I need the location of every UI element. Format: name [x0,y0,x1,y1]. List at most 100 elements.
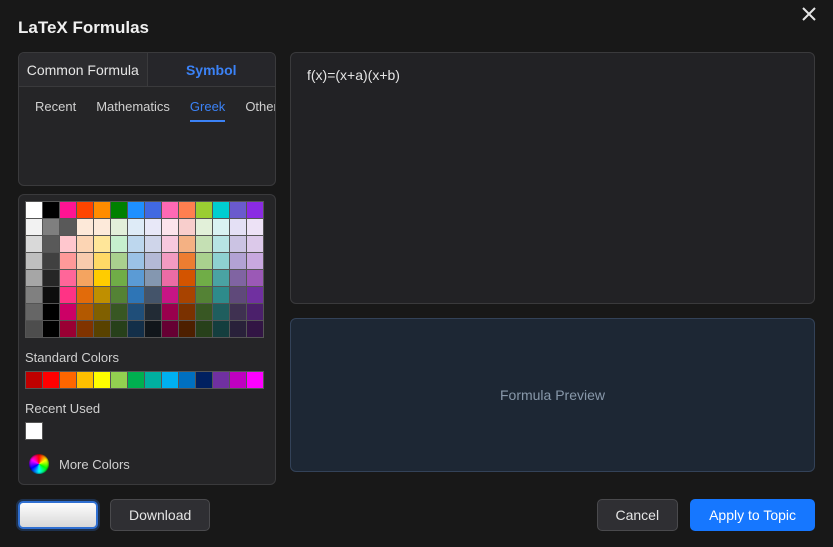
standard-color-swatch[interactable] [230,372,246,388]
color-swatch[interactable] [247,270,263,286]
color-swatch[interactable] [247,304,263,320]
color-swatch[interactable] [128,287,144,303]
color-swatch[interactable] [162,270,178,286]
color-swatch[interactable] [111,219,127,235]
close-icon[interactable] [801,6,821,26]
color-swatch[interactable] [179,304,195,320]
standard-color-swatch[interactable] [145,372,161,388]
color-swatch[interactable] [230,270,246,286]
color-swatch[interactable] [230,253,246,269]
color-swatch[interactable] [213,253,229,269]
color-swatch[interactable] [77,236,93,252]
color-swatch[interactable] [213,304,229,320]
color-swatch[interactable] [162,287,178,303]
color-swatch[interactable] [145,287,161,303]
standard-color-swatch[interactable] [162,372,178,388]
color-swatch[interactable] [162,202,178,218]
cancel-button[interactable]: Cancel [597,499,679,531]
color-swatch[interactable] [94,202,110,218]
color-swatch[interactable] [213,236,229,252]
color-swatch[interactable] [43,253,59,269]
color-swatch[interactable] [145,304,161,320]
color-swatch[interactable] [94,321,110,337]
color-swatch[interactable] [145,219,161,235]
standard-color-swatch[interactable] [111,372,127,388]
formula-editor[interactable]: f(x)=(x+a)(x+b) [290,52,815,304]
color-swatch[interactable] [145,253,161,269]
color-swatch[interactable] [26,287,42,303]
color-swatch[interactable] [111,270,127,286]
color-swatch[interactable] [128,219,144,235]
color-swatch[interactable] [43,287,59,303]
color-swatch[interactable] [94,236,110,252]
apply-to-topic-button[interactable]: Apply to Topic [690,499,815,531]
color-swatch[interactable] [213,321,229,337]
color-swatch[interactable] [128,304,144,320]
color-swatch[interactable] [94,287,110,303]
color-swatch[interactable] [43,202,59,218]
color-swatch[interactable] [111,236,127,252]
color-swatch[interactable] [145,321,161,337]
color-swatch[interactable] [196,202,212,218]
color-swatch[interactable] [145,202,161,218]
color-swatch[interactable] [77,287,93,303]
standard-color-swatch[interactable] [128,372,144,388]
color-swatch[interactable] [43,304,59,320]
color-swatch[interactable] [230,304,246,320]
color-swatch[interactable] [60,253,76,269]
color-swatch[interactable] [128,236,144,252]
color-swatch[interactable] [247,287,263,303]
color-swatch[interactable] [230,219,246,235]
color-swatch[interactable] [128,253,144,269]
color-swatch[interactable] [213,270,229,286]
color-swatch[interactable] [230,202,246,218]
color-swatch[interactable] [26,304,42,320]
color-swatch[interactable] [162,236,178,252]
color-swatch[interactable] [247,253,263,269]
tab-common-formula[interactable]: Common Formula [19,53,148,86]
color-swatch[interactable] [77,202,93,218]
color-swatch[interactable] [230,236,246,252]
color-swatch[interactable] [196,253,212,269]
color-swatch[interactable] [128,321,144,337]
color-swatch[interactable] [77,270,93,286]
recent-color-swatch[interactable] [26,423,42,439]
color-swatch[interactable] [196,287,212,303]
color-swatch[interactable] [94,270,110,286]
color-swatch[interactable] [94,253,110,269]
standard-color-swatch[interactable] [77,372,93,388]
color-swatch[interactable] [60,270,76,286]
color-swatch[interactable] [179,202,195,218]
color-swatch[interactable] [179,270,195,286]
color-swatch[interactable] [111,287,127,303]
standard-color-swatch[interactable] [247,372,263,388]
color-swatch[interactable] [77,321,93,337]
color-swatch[interactable] [111,253,127,269]
color-swatch[interactable] [60,202,76,218]
color-swatch[interactable] [26,202,42,218]
color-swatch[interactable] [196,304,212,320]
color-swatch[interactable] [26,270,42,286]
standard-color-swatch[interactable] [43,372,59,388]
color-swatch[interactable] [60,321,76,337]
standard-color-swatch[interactable] [26,372,42,388]
color-swatch[interactable] [179,253,195,269]
standard-color-swatch[interactable] [60,372,76,388]
color-swatch[interactable] [60,236,76,252]
color-swatch[interactable] [145,236,161,252]
more-colors-button[interactable]: More Colors [25,450,269,474]
color-swatch[interactable] [43,270,59,286]
color-swatch[interactable] [60,287,76,303]
sub-tab-recent[interactable]: Recent [25,95,86,122]
color-swatch[interactable] [230,321,246,337]
color-swatch[interactable] [26,253,42,269]
color-swatch[interactable] [162,304,178,320]
color-swatch[interactable] [43,321,59,337]
color-swatch[interactable] [145,270,161,286]
color-swatch[interactable] [111,321,127,337]
color-swatch[interactable] [94,219,110,235]
tab-symbol[interactable]: Symbol [148,53,276,86]
color-swatch[interactable] [196,270,212,286]
download-button[interactable]: Download [110,499,210,531]
color-swatch[interactable] [111,202,127,218]
